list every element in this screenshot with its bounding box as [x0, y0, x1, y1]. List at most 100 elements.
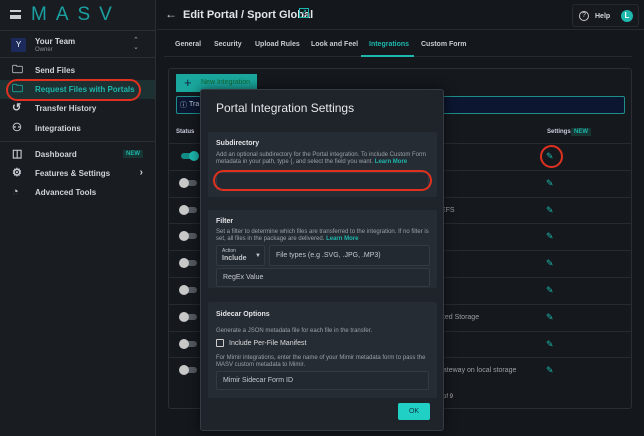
- subdirectory-section: Subdirectory Add an optional subdirector…: [208, 132, 437, 197]
- ok-button[interactable]: OK: [398, 403, 430, 420]
- tab-custom-form[interactable]: Custom Form: [421, 41, 467, 48]
- dashboard-icon: ◫: [12, 148, 23, 160]
- tab-general[interactable]: General: [175, 41, 201, 48]
- sidebar-item-label: Dashboard: [35, 150, 77, 159]
- placeholder: File types (e.g .SVG, .JPG, .MP3): [276, 252, 381, 259]
- status-toggle[interactable]: [179, 365, 197, 376]
- back-arrow-icon[interactable]: ←: [165, 7, 177, 21]
- chevron-up-down-icon: ⌃ ⌄: [133, 37, 139, 51]
- mimir-description: For Mimir integrations, enter the name o…: [216, 355, 426, 368]
- status-toggle[interactable]: [179, 231, 197, 242]
- divider: [0, 141, 155, 142]
- status-toggle[interactable]: [181, 151, 199, 161]
- placeholder: Mimir Sidecar Form ID: [223, 377, 294, 384]
- folder-receive-icon: 🗀: [12, 83, 23, 95]
- tab-bar: General Security Upload Rules Look and F…: [164, 36, 632, 57]
- status-toggle[interactable]: [179, 204, 197, 215]
- edit-pencil-icon[interactable]: ✎: [546, 258, 554, 269]
- dialog-title: Portal Integration Settings: [216, 101, 355, 115]
- help-area: ? Help L: [572, 4, 639, 27]
- filter-section: Filter Set a filter to determine which f…: [208, 210, 437, 288]
- settings-header: Settings: [547, 129, 571, 135]
- sidebar-item-label: Request Files with Portals: [35, 85, 135, 94]
- action-select[interactable]: Action Include ▼: [216, 245, 265, 266]
- learn-more-link[interactable]: Learn More: [375, 159, 407, 165]
- tab-security[interactable]: Security: [214, 41, 242, 48]
- placeholder: RegEx Value: [223, 274, 264, 281]
- active-tab-indicator: [361, 55, 414, 57]
- new-badge: NEW: [123, 150, 143, 158]
- action-value: Include: [222, 255, 247, 262]
- sidebar-item-label: Integrations: [35, 124, 81, 133]
- user-avatar[interactable]: L: [621, 10, 633, 22]
- sidecar-section: Sidecar Options Generate a JSON metadata…: [208, 302, 437, 398]
- team-role: Owner: [35, 47, 53, 53]
- sidebar-item-features-settings[interactable]: ⚙ Features & Settings ›: [0, 164, 155, 183]
- info-text: Tra: [189, 101, 200, 108]
- status-toggle[interactable]: [179, 338, 197, 349]
- edit-pencil-icon[interactable]: ✎: [546, 231, 554, 242]
- section-description: Add an optional subdirectory for the Por…: [216, 152, 429, 165]
- status-toggle[interactable]: [179, 285, 197, 295]
- section-description: Set a filter to determine which files ar…: [216, 229, 429, 242]
- team-name: Your Team: [35, 37, 76, 46]
- action-label: Action: [222, 248, 236, 254]
- gauge-icon: ◔: [12, 186, 19, 198]
- edit-pencil-icon[interactable]: ✎: [546, 365, 554, 376]
- page-title: Edit Portal / Sport Global: [183, 9, 314, 21]
- help-button[interactable]: Help: [595, 13, 610, 20]
- desc-text: Set a filter to determine which files ar…: [216, 229, 429, 242]
- regex-input[interactable]: RegEx Value: [216, 268, 430, 287]
- tab-integrations[interactable]: Integrations: [369, 41, 409, 48]
- subdirectory-input[interactable]: [216, 172, 429, 190]
- checkbox-label[interactable]: Include Per-File Manifest: [229, 340, 306, 347]
- edit-pencil-icon[interactable]: ✎: [546, 151, 554, 162]
- edit-pencil-icon[interactable]: ✎: [546, 339, 554, 350]
- new-badge: NEW: [571, 128, 591, 136]
- new-integration-label: New Integration: [201, 79, 251, 86]
- edit-pencil-icon[interactable]: ✎: [546, 312, 554, 323]
- file-types-input[interactable]: File types (e.g .SVG, .JPG, .MP3): [269, 245, 430, 266]
- sidebar-item-transfer-history[interactable]: ↺ Transfer History: [0, 99, 155, 118]
- sidebar-item-send-files[interactable]: 🗀 Send Files: [0, 61, 155, 80]
- sidebar-item-label: Advanced Tools: [35, 188, 97, 197]
- mimir-form-id-input[interactable]: Mimir Sidecar Form ID: [216, 371, 429, 390]
- history-icon: ↺: [12, 102, 22, 114]
- tab-upload-rules[interactable]: Upload Rules: [255, 41, 300, 48]
- tab-look-and-feel[interactable]: Look and Feel: [311, 41, 358, 48]
- section-heading: Sidecar Options: [216, 311, 270, 318]
- section-heading: Filter: [216, 218, 234, 225]
- sidebar-item-label: Features & Settings: [35, 169, 111, 178]
- integration-name: gateway on local storage: [439, 367, 517, 375]
- status-toggle[interactable]: [179, 311, 197, 322]
- gear-icon: ⚙: [12, 167, 22, 179]
- sidebar-item-integrations[interactable]: ⚇ Integrations: [0, 119, 155, 138]
- section-heading: Subdirectory: [216, 140, 260, 147]
- plus-icon: +: [184, 75, 192, 90]
- folder-send-icon: 🗀: [12, 64, 23, 76]
- learn-more-link[interactable]: Learn More: [326, 236, 358, 242]
- status-toggle[interactable]: [179, 258, 197, 269]
- edit-pencil-icon[interactable]: ✎: [546, 205, 554, 216]
- team-switcher[interactable]: Y Your Team Owner ⌃ ⌄: [0, 30, 155, 58]
- edit-pencil-icon[interactable]: ✎: [546, 285, 554, 296]
- info-icon: ⓘ: [180, 102, 187, 109]
- portal-integration-settings-dialog: Portal Integration Settings Subdirectory…: [200, 89, 444, 431]
- masv-logo[interactable]: MASV: [31, 4, 121, 26]
- status-toggle[interactable]: [179, 177, 197, 188]
- sidebar: MASV Y Your Team Owner ⌃ ⌄ 🗀 Send Files 🗀 R…: [0, 0, 156, 436]
- external-link-icon[interactable]: ↗: [299, 8, 309, 18]
- edit-pencil-icon[interactable]: ✎: [546, 178, 554, 189]
- integrations-icon: ⚇: [12, 122, 22, 134]
- sidebar-item-request-files[interactable]: 🗀 Request Files with Portals: [0, 80, 155, 99]
- team-avatar: Y: [11, 38, 26, 52]
- menu-icon[interactable]: [10, 10, 21, 19]
- sidebar-item-advanced-tools[interactable]: ◔ Advanced Tools: [0, 183, 155, 202]
- chevron-right-icon: ›: [139, 167, 143, 178]
- help-icon[interactable]: ?: [579, 11, 589, 21]
- per-file-manifest-checkbox[interactable]: [216, 339, 224, 347]
- sidebar-item-dashboard[interactable]: ◫ Dashboard NEW: [0, 145, 155, 164]
- sidebar-item-label: Send Files: [35, 66, 76, 75]
- section-description: Generate a JSON metadata file for each f…: [216, 328, 373, 334]
- header: ← Edit Portal / Sport Global ↗ ? Help L: [157, 0, 644, 30]
